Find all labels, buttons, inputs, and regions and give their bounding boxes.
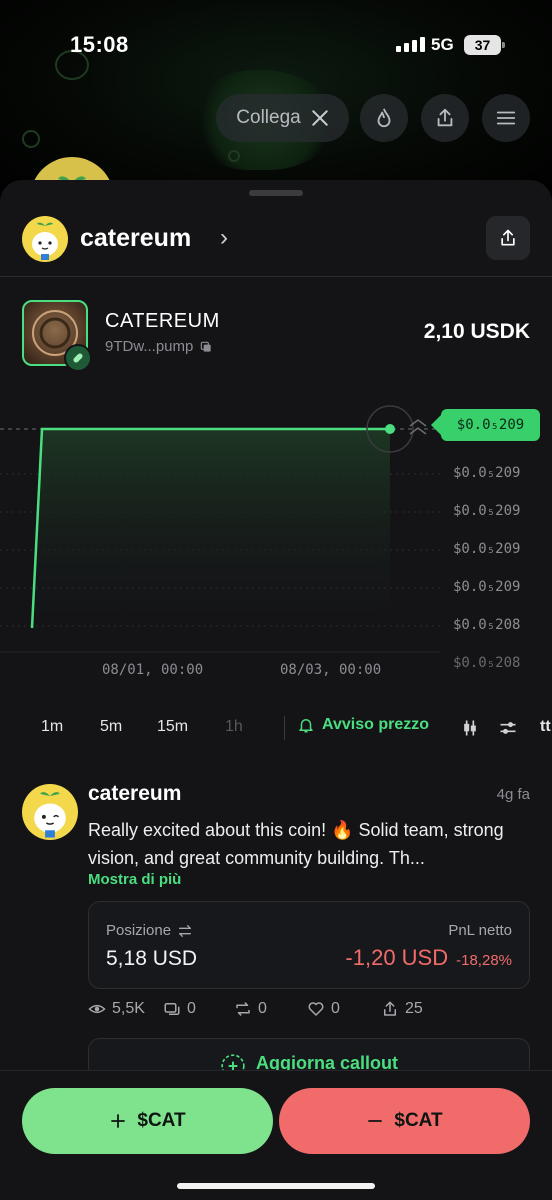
timeframe-1m[interactable]: 1m: [41, 718, 63, 736]
position-value: 5,18 USD: [106, 947, 198, 970]
profile-header: catereum ›: [0, 210, 552, 276]
chart-area: [32, 429, 390, 640]
pnl-value-row: -1,20 USD -18,28%: [345, 945, 512, 971]
settings-sliders-icon[interactable]: [498, 718, 518, 738]
post-time: 4g fa: [496, 786, 530, 803]
flame-icon: [377, 108, 391, 128]
buy-label: $CAT: [137, 1110, 186, 1131]
pill-badge-icon: [64, 344, 92, 372]
current-point: [385, 424, 395, 434]
position-label: Posizione: [106, 922, 172, 939]
x-tick-label: 08/03, 00:00: [280, 662, 382, 678]
battery-icon: 37: [464, 35, 505, 55]
buy-button[interactable]: $CAT: [22, 1088, 273, 1154]
share-icon: [501, 229, 515, 246]
y-tick-label: $0.0₅209: [453, 541, 521, 557]
connect-x-button[interactable]: Collega: [216, 94, 349, 142]
y-tick-label: $0.0₅208: [453, 617, 521, 633]
pnl-label: PnL netto: [448, 922, 512, 939]
share-icon: [384, 1001, 396, 1016]
x-tick-label: 08/01, 00:00: [102, 662, 204, 678]
views-stat: 5,5K: [88, 1000, 145, 1018]
sheet-grabber[interactable]: [249, 190, 303, 196]
divider: [284, 716, 285, 740]
status-bar: 15:08 5G 37: [0, 0, 552, 90]
timeframe-15m[interactable]: 15m: [157, 718, 188, 736]
like-button[interactable]: 0: [307, 1000, 340, 1018]
likes-count: 0: [331, 1000, 340, 1017]
comment-icon: [164, 1003, 180, 1015]
y-tick-label: $0.0₅209: [453, 465, 521, 481]
position-card: Posizione 5,18 USD PnL netto -1,20 USD -…: [88, 901, 530, 989]
views-count: 5,5K: [112, 1000, 145, 1017]
eye-icon: [88, 1004, 106, 1014]
comments-count: 0: [187, 1000, 196, 1017]
token-value: 2,10 USDK: [423, 320, 530, 343]
bell-icon: [299, 719, 313, 733]
profile-share-button[interactable]: [486, 216, 530, 260]
heart-icon: [308, 1002, 324, 1016]
repost-icon: [236, 1002, 250, 1016]
minus-icon: [368, 1120, 383, 1122]
top-actions: Collega: [0, 94, 552, 144]
y-tick-label: $0.0₅209: [453, 503, 521, 519]
reposts-count: 0: [258, 1000, 267, 1017]
pnl-value: -1,20 USD: [345, 945, 449, 970]
token-row: CATEREUM 9TDw...pump 2,10 USDK: [0, 300, 552, 372]
share-icon: [437, 108, 453, 127]
copy-icon[interactable]: [199, 340, 213, 354]
trending-button[interactable]: [360, 94, 408, 142]
network-type: 5G: [431, 35, 454, 54]
trade-bar: $CAT $CAT: [0, 1070, 552, 1200]
avatar[interactable]: [22, 216, 68, 262]
position-label-row[interactable]: Posizione: [106, 922, 193, 939]
token-name: CATEREUM: [105, 310, 220, 332]
background-bubble: [228, 150, 240, 162]
x-logo-icon: [311, 110, 328, 126]
cat-mascot-icon: [34, 792, 66, 838]
shares-count: 25: [405, 1000, 423, 1017]
cellular-signal-icon: [396, 36, 425, 52]
timeframe-5m[interactable]: 5m: [100, 718, 122, 736]
plus-icon: [111, 1114, 126, 1128]
share-button[interactable]: [421, 94, 469, 142]
post-author[interactable]: catereum: [88, 782, 181, 806]
profile-name[interactable]: catereum: [80, 224, 191, 253]
tradingview-toggle[interactable]: tt: [540, 718, 551, 736]
cat-mascot-icon: [32, 222, 58, 260]
sell-label: $CAT: [394, 1110, 443, 1131]
repost-button[interactable]: 0: [234, 1000, 267, 1018]
y-tick-label: $0.0₅208: [453, 655, 521, 671]
token-sheet: catereum › CATEREUM 9TDw...pump 2,10 USD…: [0, 180, 552, 1200]
chevron-right-icon[interactable]: ›: [220, 224, 228, 252]
post-stats: 5,5K 0 0 0 25: [88, 1000, 530, 1024]
price-alert-label: Avviso prezzo: [322, 716, 429, 733]
swap-icon: [179, 924, 192, 937]
status-time: 15:08: [70, 32, 129, 57]
token-address-text: 9TDw...pump: [105, 338, 194, 355]
candlestick-icon[interactable]: [460, 718, 480, 738]
post-avatar[interactable]: [22, 784, 78, 840]
connect-label: Collega: [236, 107, 301, 128]
price-alert-button[interactable]: Avviso prezzo: [297, 716, 429, 734]
show-more-link[interactable]: Mostra di più: [88, 871, 181, 888]
sell-button[interactable]: $CAT: [279, 1088, 530, 1154]
y-tick-label: $0.0₅209: [453, 579, 521, 595]
divider: [0, 276, 552, 277]
comments-button[interactable]: 0: [163, 1000, 196, 1018]
timeframe-1h[interactable]: 1h: [225, 718, 243, 736]
pnl-percent: -18,28%: [456, 952, 512, 969]
timeframe-selector: 1m 5m 15m 1h Avviso prezzo tt: [0, 712, 552, 746]
home-indicator[interactable]: [177, 1183, 375, 1189]
post-text: Really excited about this coin! 🔥 Solid …: [88, 820, 504, 868]
current-price-tag: $0.0₅209: [431, 409, 540, 441]
token-address[interactable]: 9TDw...pump: [105, 338, 213, 355]
share-post-button[interactable]: 25: [381, 1000, 423, 1018]
menu-button[interactable]: [482, 94, 530, 142]
hamburger-icon: [496, 111, 516, 125]
